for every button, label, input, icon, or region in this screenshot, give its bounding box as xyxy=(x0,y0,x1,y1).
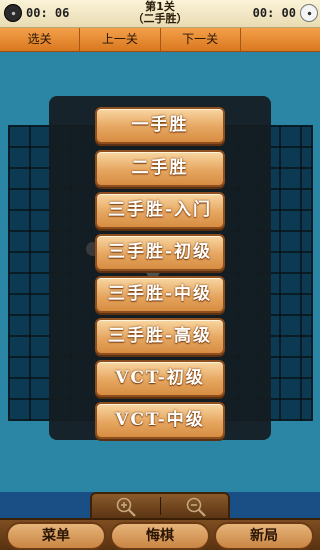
level-option-three-move-intermediate[interactable]: 三手胜-中级 xyxy=(95,276,225,313)
prev-level-button[interactable]: 上一关 xyxy=(80,28,161,51)
zoom-controls xyxy=(90,492,230,518)
nav-extra-button[interactable] xyxy=(241,28,320,51)
level-option-one-move[interactable]: 一手胜 xyxy=(95,107,225,144)
level-option-three-move-advanced[interactable]: 三手胜-高级 xyxy=(95,318,225,355)
undo-button[interactable]: 悔棋 xyxy=(110,522,210,550)
level-option-three-move-beginner[interactable]: 三手胜-初级 xyxy=(95,234,225,271)
new-game-button[interactable]: 新局 xyxy=(214,522,314,550)
status-bar: 00: 06 第1关 （二手胜） 00: 00 xyxy=(0,0,320,28)
level-option-three-move-intro[interactable]: 三手胜-入门 xyxy=(95,192,225,229)
bottom-toolbar: 菜单 悔棋 新局 xyxy=(0,518,320,550)
menu-button[interactable]: 菜单 xyxy=(6,522,106,550)
level-option-vct-beginner[interactable]: VCT-初级 xyxy=(95,360,225,397)
next-level-button[interactable]: 下一关 xyxy=(161,28,241,51)
select-level-button[interactable]: 选关 xyxy=(0,28,81,51)
level-nav: 选关 上一关 下一关 xyxy=(0,28,320,52)
zoom-in-icon[interactable] xyxy=(114,496,138,518)
zoom-divider xyxy=(160,497,161,515)
level-option-vct-intermediate[interactable]: VCT-中级 xyxy=(95,402,225,439)
white-timer: 00: 00 xyxy=(252,6,296,20)
zoom-out-icon[interactable] xyxy=(184,496,208,518)
level-option-two-move[interactable]: 二手胜 xyxy=(95,150,225,187)
white-player-icon xyxy=(300,4,318,22)
